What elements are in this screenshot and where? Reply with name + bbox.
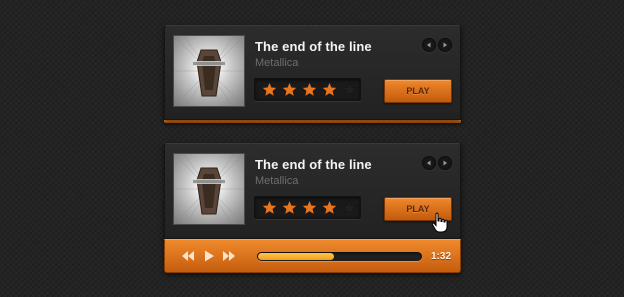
star-filled-icon[interactable] (302, 82, 317, 97)
next-track-button[interactable] (438, 38, 452, 52)
track-card: The end of the line Metallica PLAY (164, 25, 461, 120)
fast-forward-icon[interactable] (222, 250, 236, 262)
track-title: The end of the line (255, 157, 372, 172)
progress-fill (258, 253, 334, 260)
prev-track-button[interactable] (422, 38, 436, 52)
rewind-icon[interactable] (181, 250, 195, 262)
star-rating[interactable] (254, 196, 361, 219)
star-filled-icon[interactable] (322, 82, 337, 97)
star-filled-icon[interactable] (262, 82, 277, 97)
star-filled-icon[interactable] (302, 200, 317, 215)
album-art (173, 153, 245, 225)
star-empty-icon[interactable] (342, 200, 357, 215)
accent-underline (164, 120, 461, 123)
track-card: The end of the line Metallica PLAY (164, 143, 461, 239)
star-filled-icon[interactable] (262, 200, 277, 215)
star-filled-icon[interactable] (322, 200, 337, 215)
star-empty-icon[interactable] (342, 82, 357, 97)
chevron-left-icon (427, 160, 431, 166)
star-rating[interactable] (254, 78, 361, 101)
prev-track-button[interactable] (422, 156, 436, 170)
track-artist: Metallica (255, 57, 299, 69)
chevron-right-icon (443, 42, 447, 48)
progress-bar[interactable] (257, 252, 422, 261)
music-player-2: The end of the line Metallica PLAY 1:32 (164, 143, 461, 273)
album-art (173, 35, 245, 107)
next-track-button[interactable] (438, 156, 452, 170)
hand-pointer-icon (431, 212, 448, 233)
play-button[interactable]: PLAY (384, 79, 452, 103)
star-filled-icon[interactable] (282, 200, 297, 215)
track-title: The end of the line (255, 39, 372, 54)
playback-controls: 1:32 (164, 239, 461, 273)
music-player-1: The end of the line Metallica PLAY (164, 25, 461, 123)
play-icon[interactable] (204, 250, 215, 262)
elapsed-time: 1:32 (431, 251, 452, 262)
track-artist: Metallica (255, 175, 299, 187)
star-filled-icon[interactable] (282, 82, 297, 97)
chevron-right-icon (443, 160, 447, 166)
chevron-left-icon (427, 42, 431, 48)
